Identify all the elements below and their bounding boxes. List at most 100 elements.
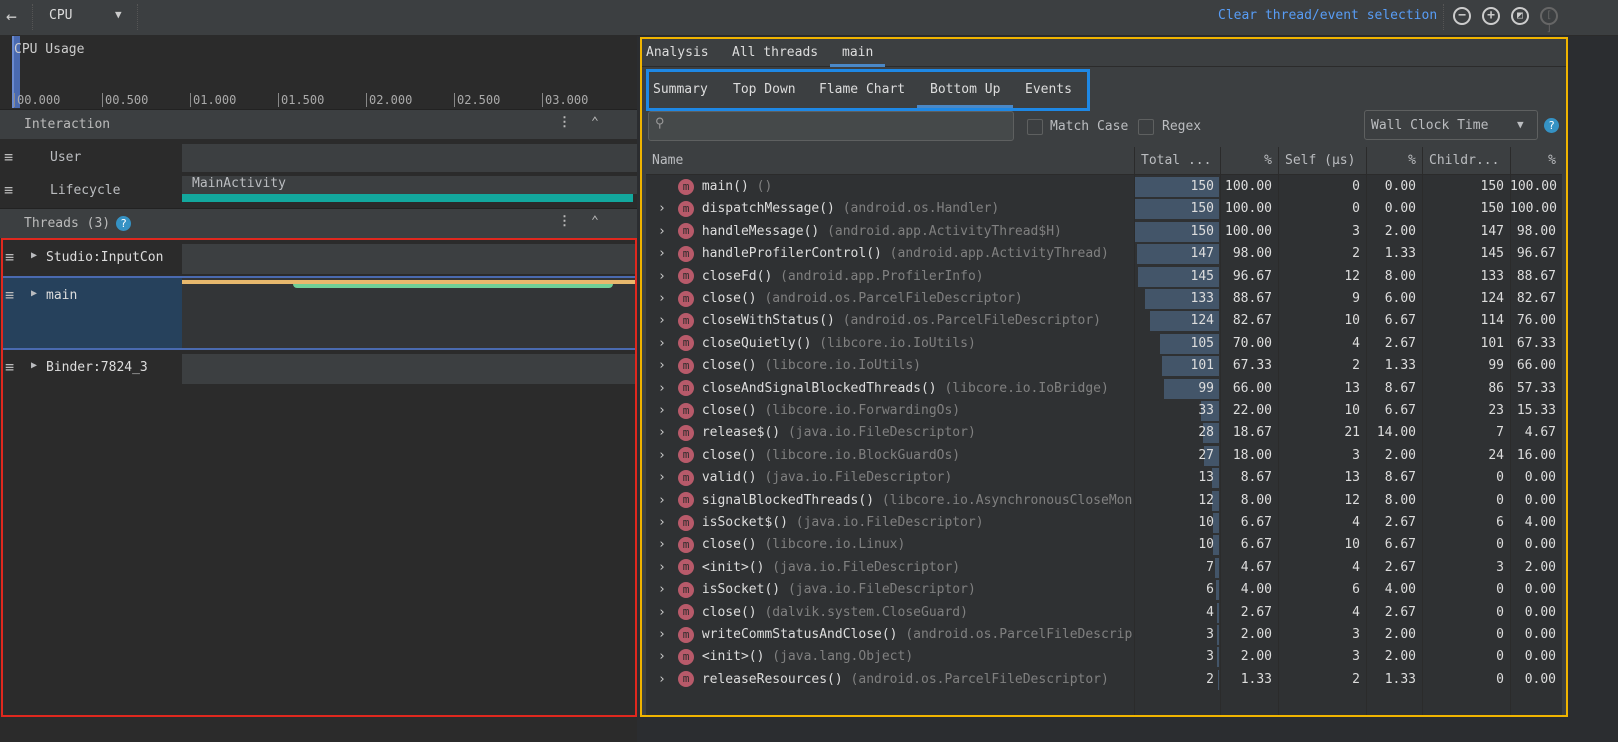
expand-icon[interactable]: › xyxy=(658,669,666,691)
table-row[interactable]: › m close() (libcore.io.ForwardingOs) 33 22… xyxy=(646,400,1562,422)
cell-total: 13 xyxy=(1198,470,1214,486)
expand-icon[interactable]: › xyxy=(658,445,666,467)
more-options-icon[interactable]: ⋮ xyxy=(558,115,571,130)
expand-icon[interactable]: › xyxy=(658,490,666,512)
table-row[interactable]: › m close() (libcore.io.BlockGuardOs) 27 18… xyxy=(646,445,1562,467)
cpu-usage-chart[interactable]: CPU Usage 00.000 00.500 01.000 01.500 02.000… xyxy=(0,36,637,112)
subtab-summary[interactable]: Summary xyxy=(653,72,708,108)
table-row[interactable]: › m closeAndSignalBlockedThreads() (libco… xyxy=(646,378,1562,400)
column-header[interactable]: % xyxy=(1366,153,1422,175)
tab-main[interactable]: main xyxy=(830,39,886,67)
expand-icon[interactable]: › xyxy=(658,310,666,332)
table-row[interactable]: › m <init>() (java.io.FileDescriptor) 7 4.6… xyxy=(646,557,1562,579)
table-row[interactable]: › m handleMessage() (android.app.Activity… xyxy=(646,221,1562,243)
table-row[interactable]: › m close() (libcore.io.IoUtils) 101 67.33 2… xyxy=(646,355,1562,377)
thread-row[interactable]: ≡ ▶ Binder:7824_3 xyxy=(3,350,635,386)
expand-icon[interactable]: › xyxy=(658,378,666,400)
match-case-checkbox[interactable] xyxy=(1027,119,1043,135)
column-header[interactable]: Name xyxy=(646,153,1134,175)
cell-total: 101 xyxy=(1190,358,1214,374)
table-row[interactable]: › m signalBlockedThreads() (libcore.io.As… xyxy=(646,490,1562,512)
drag-handle-icon[interactable]: ≡ xyxy=(5,248,14,266)
reset-zoom-icon[interactable]: ◩ xyxy=(1511,7,1529,25)
method-icon: m xyxy=(678,200,694,217)
expand-icon[interactable]: › xyxy=(658,333,666,355)
table-row[interactable]: › m isSocket() (java.io.FileDescriptor) 6 4… xyxy=(646,579,1562,601)
lifecycle-bar[interactable] xyxy=(182,194,633,202)
drag-handle-icon[interactable]: ≡ xyxy=(5,286,14,304)
table-row[interactable]: › m close() (dalvik.system.CloseGuard) 4 2.… xyxy=(646,602,1562,624)
expand-icon[interactable]: › xyxy=(658,512,666,534)
table-row[interactable]: › m writeCommStatusAndClose() (android.os… xyxy=(646,624,1562,646)
arrow-left-icon[interactable]: ← xyxy=(6,6,17,27)
table-row[interactable]: › m <init>() (java.lang.Object) 3 2.00 3 2.00… xyxy=(646,646,1562,668)
expand-icon[interactable]: ▶ xyxy=(31,288,37,299)
clear-selection-link[interactable]: Clear thread/event selection xyxy=(1218,8,1437,23)
subtab-flame-chart[interactable]: Flame Chart xyxy=(819,72,905,108)
cell-children: 133 xyxy=(1480,268,1504,284)
expand-icon[interactable]: › xyxy=(658,579,666,601)
expand-icon[interactable]: › xyxy=(658,221,666,243)
cell-children-pct: 16.00 xyxy=(1516,447,1556,463)
table-row[interactable]: › m close() (android.os.ParcelFileDescrip… xyxy=(646,288,1562,310)
expand-icon[interactable]: › xyxy=(658,557,666,579)
drag-handle-icon[interactable]: ≡ xyxy=(5,358,14,376)
cell-children: 0 xyxy=(1496,492,1504,508)
table-row[interactable]: › m isSocket$() (java.io.FileDescriptor) 1… xyxy=(646,512,1562,534)
expand-icon[interactable]: ▶ xyxy=(31,360,37,371)
column-header[interactable]: Self (µs) xyxy=(1278,153,1366,175)
expand-icon[interactable]: › xyxy=(658,198,666,220)
lifecycle-event[interactable]: MainActivity xyxy=(192,176,286,191)
tab-analysis[interactable]: Analysis xyxy=(646,39,709,67)
expand-icon[interactable]: › xyxy=(658,646,666,668)
regex-checkbox[interactable] xyxy=(1138,119,1154,135)
subtab-events[interactable]: Events xyxy=(1025,72,1072,108)
table-row[interactable]: › m closeQuietly() (libcore.io.IoUtils) 10… xyxy=(646,333,1562,355)
drag-handle-icon[interactable]: ≡ xyxy=(4,148,13,166)
expand-icon[interactable]: › xyxy=(658,602,666,624)
column-header[interactable]: % xyxy=(1510,153,1562,175)
subtab-top-down[interactable]: Top Down xyxy=(733,72,796,108)
expand-icon[interactable]: › xyxy=(658,266,666,288)
table-row[interactable]: › m releaseResources() (android.os.Parcel… xyxy=(646,669,1562,691)
table-row[interactable]: › m release$() (java.io.FileDescriptor) 28… xyxy=(646,422,1562,444)
expand-icon[interactable]: › xyxy=(658,243,666,265)
cell-total: 105 xyxy=(1190,335,1214,351)
search-input[interactable]: ⚲ xyxy=(648,111,1014,141)
more-options-icon[interactable]: ⋮ xyxy=(558,214,571,229)
expand-icon[interactable]: › xyxy=(658,467,666,489)
profiler-select[interactable]: CPU ▼ xyxy=(32,4,138,30)
expand-icon[interactable]: ▶ xyxy=(31,250,37,261)
method-icon: m xyxy=(678,648,694,665)
table-row[interactable]: › m closeFd() (android.app.ProfilerInfo) 1… xyxy=(646,266,1562,288)
expand-icon[interactable]: › xyxy=(658,534,666,556)
collapse-icon[interactable]: ⌃ xyxy=(591,115,599,130)
table-row[interactable]: › m valid() (java.io.FileDescriptor) 13 8.6… xyxy=(646,467,1562,489)
expand-icon[interactable]: › xyxy=(658,400,666,422)
table-row[interactable]: › m closeWithStatus() (android.os.ParcelF… xyxy=(646,310,1562,332)
cell-self-pct: 2.00 xyxy=(1384,627,1416,642)
help-icon[interactable]: ? xyxy=(116,216,131,231)
column-header[interactable]: Total ... xyxy=(1134,153,1220,175)
tab-all-threads[interactable]: All threads xyxy=(732,39,818,67)
table-row[interactable]: › m dispatchMessage() (android.os.Handler… xyxy=(646,198,1562,220)
expand-icon[interactable]: › xyxy=(658,288,666,310)
subtab-bottom-up[interactable]: Bottom Up xyxy=(917,72,1014,108)
column-header[interactable]: Childr... xyxy=(1422,153,1510,175)
zoom-out-icon[interactable]: − xyxy=(1453,7,1471,25)
help-icon[interactable]: ? xyxy=(1544,118,1559,133)
collapse-icon[interactable]: ⌃ xyxy=(591,214,599,229)
table-row[interactable]: › m handleProfilerControl() (android.app.… xyxy=(646,243,1562,265)
expand-icon[interactable]: › xyxy=(658,355,666,377)
drag-handle-icon[interactable]: ≡ xyxy=(4,181,13,199)
column-header[interactable]: % xyxy=(1220,153,1278,175)
table-row[interactable]: m main() () 150 100.00 0 0.00 150 100.00 xyxy=(646,176,1562,198)
clock-select[interactable]: Wall Clock Time ▼ xyxy=(1364,110,1538,140)
expand-icon[interactable]: › xyxy=(658,422,666,444)
cpu-usage-title: CPU Usage xyxy=(14,42,85,57)
table-row[interactable]: › m close() (libcore.io.Linux) 10 6.67 10 6.6… xyxy=(646,534,1562,556)
expand-icon[interactable]: › xyxy=(658,624,666,646)
thread-row-selected[interactable]: ≡ ▶ main xyxy=(3,276,635,350)
zoom-in-icon[interactable]: + xyxy=(1482,7,1500,25)
thread-row[interactable]: ≡ ▶ Studio:InputCon xyxy=(3,240,635,276)
